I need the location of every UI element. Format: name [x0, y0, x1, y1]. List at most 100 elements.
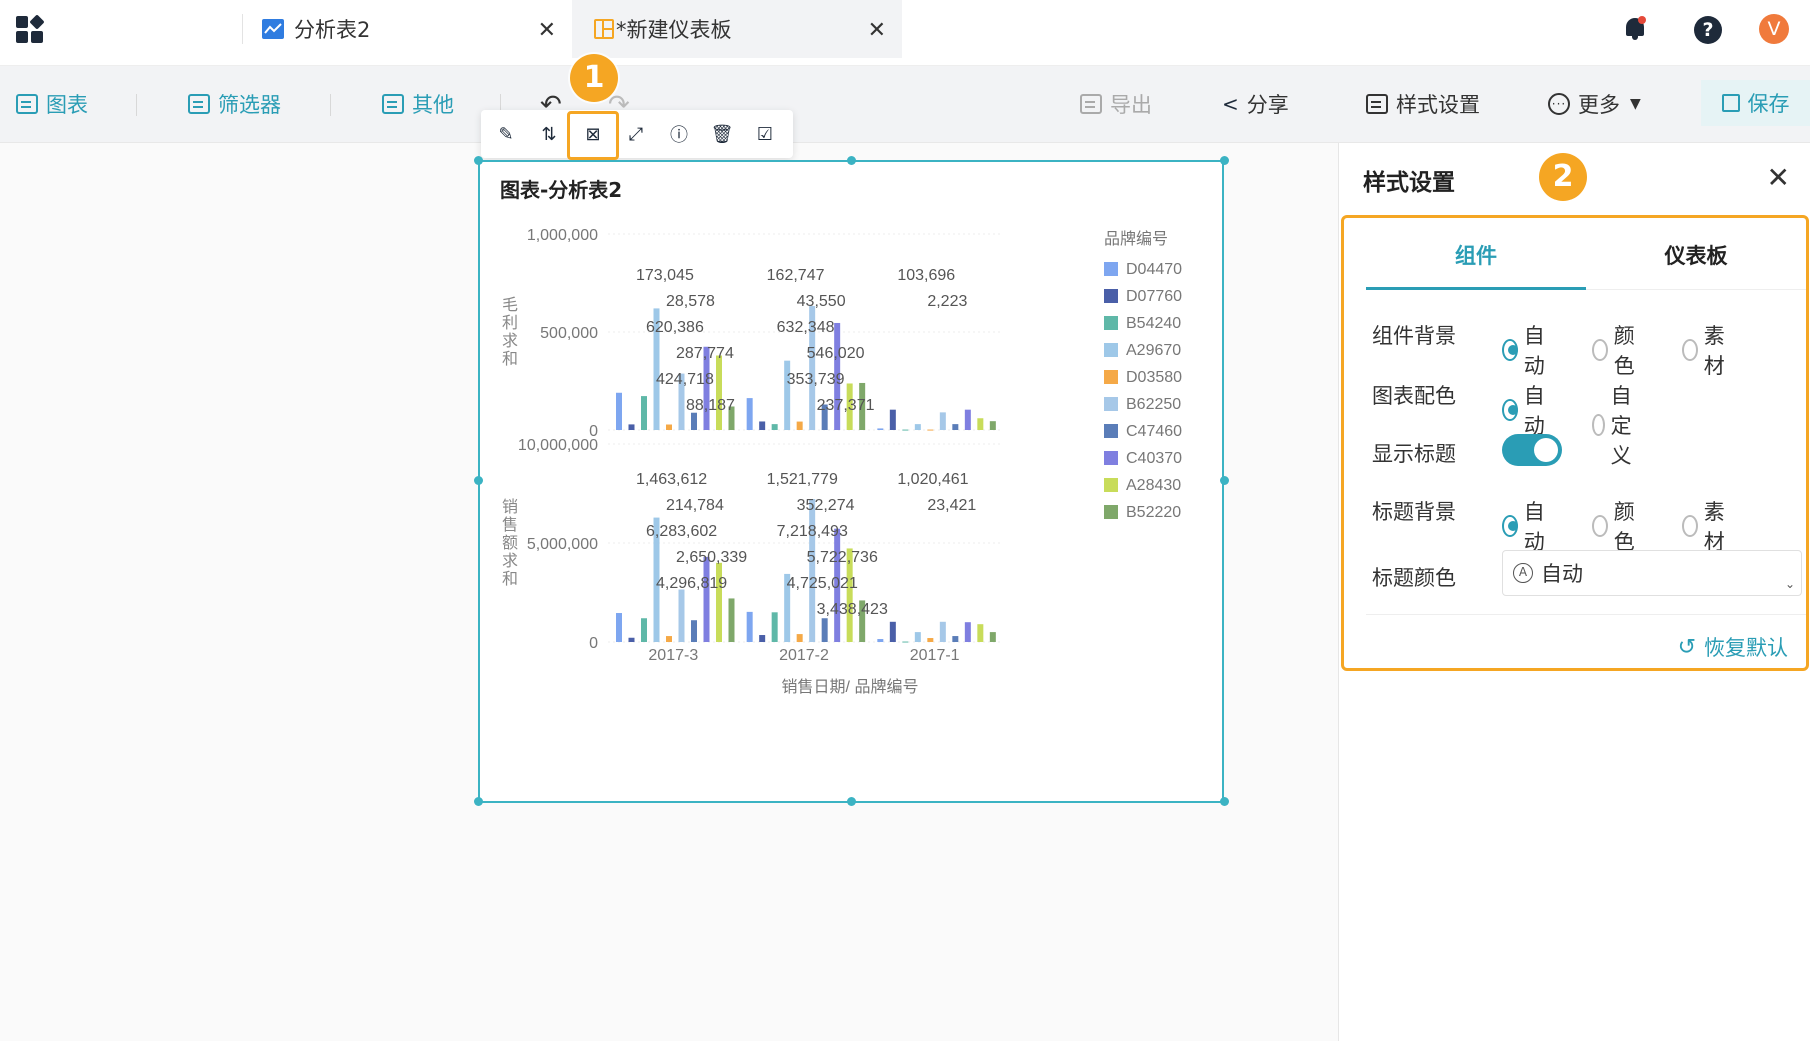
resize-handle[interactable] [1220, 797, 1229, 806]
tab-divider [242, 14, 243, 44]
app-grid-icon[interactable] [16, 14, 45, 44]
x-tick-label: 2017-1 [910, 647, 960, 664]
caret-down-icon: ▼ [1630, 96, 1641, 112]
radio-auto[interactable]: 自动 [1502, 320, 1551, 380]
restore-default-button[interactable]: ↺ 恢复默认 [1678, 632, 1788, 662]
data-label: 620,386 [646, 319, 704, 336]
bar [914, 632, 921, 642]
data-label: 5,722,736 [807, 549, 878, 566]
share-button[interactable]: < 分享 [1222, 88, 1289, 120]
info-icon[interactable]: ⓘ [667, 122, 691, 146]
edit-icon[interactable]: ✎ [494, 122, 518, 146]
legend-swatch [1104, 478, 1118, 492]
legend-swatch [1104, 505, 1118, 519]
radio-auto[interactable]: 自动 [1502, 496, 1551, 556]
row-label: 标题背景 [1372, 500, 1456, 524]
legend-item: D04470 [1126, 261, 1182, 278]
delete-icon[interactable]: 🗑 [710, 122, 734, 146]
bar [989, 421, 996, 430]
sort-icon[interactable]: ⇅ [537, 122, 561, 146]
tab-new-dashboard[interactable]: *新建仪表板 ✕ [572, 0, 902, 58]
bar [889, 621, 896, 642]
legend-item: C40370 [1126, 450, 1182, 467]
bar [703, 556, 710, 642]
filter-button[interactable]: 筛选器 [188, 88, 281, 120]
bell-icon[interactable] [1624, 16, 1646, 40]
radio-auto[interactable]: 自动 [1502, 380, 1551, 440]
resize-handle[interactable] [1220, 476, 1229, 485]
x-axis-label: 销售日期/ 品牌编号 [782, 678, 919, 696]
bar [821, 618, 828, 642]
help-icon[interactable]: ? [1694, 16, 1722, 44]
filter-button-label: 筛选器 [218, 93, 281, 117]
legend-swatch [1104, 343, 1118, 357]
bar [759, 635, 766, 642]
data-label: 2,223 [927, 293, 967, 310]
bar [616, 392, 622, 430]
data-label: 632,348 [777, 319, 835, 336]
export-button[interactable]: 导出 [1080, 88, 1152, 120]
legend-swatch [1104, 289, 1118, 303]
tab-dashboard[interactable]: 仪表板 [1586, 240, 1806, 270]
style-icon[interactable]: ⊠ [581, 122, 605, 146]
export-button-label: 导出 [1110, 93, 1152, 117]
bar [939, 412, 946, 430]
step-marker-2: 2 [1539, 153, 1587, 201]
y-tick-label: 5,000,000 [527, 536, 598, 553]
data-label: 28,578 [666, 293, 715, 310]
restore-label: 恢复默认 [1704, 636, 1788, 660]
avatar[interactable]: V [1759, 14, 1789, 44]
resize-handle[interactable] [474, 797, 483, 806]
bar [952, 636, 959, 642]
legend-item: B52220 [1126, 504, 1181, 521]
legend-item: B62250 [1126, 396, 1181, 413]
data-label: 2,650,339 [676, 549, 747, 566]
data-label: 287,774 [676, 345, 734, 362]
chart-button[interactable]: 图表 [16, 88, 88, 120]
legend-title: 品牌编号 [1104, 230, 1168, 248]
resize-handle[interactable] [474, 476, 483, 485]
export-icon [1080, 94, 1102, 114]
bar [889, 409, 896, 430]
close-icon[interactable]: ✕ [1767, 161, 1790, 194]
check-icon[interactable]: ☑ [753, 122, 777, 146]
line-chart-icon [262, 19, 284, 39]
show-title-toggle[interactable] [1502, 434, 1562, 466]
auto-icon: A [1513, 563, 1533, 583]
tab-component[interactable]: 组件 [1366, 240, 1586, 270]
chart-widget[interactable]: 图表-分析表2 0 500,000 1,000,000 毛利求和 173,045 28,5… [478, 160, 1224, 803]
radio-color[interactable]: 颜色 [1592, 496, 1641, 556]
bar [964, 409, 971, 430]
y-axis-label: 销 [502, 498, 518, 516]
y-axis-label: 求 [502, 552, 518, 570]
bar [939, 621, 946, 642]
save-button[interactable]: 保存 [1701, 80, 1810, 126]
style-settings-button[interactable]: 样式设置 [1366, 88, 1480, 120]
share-button-label: 分享 [1246, 93, 1289, 117]
panel-tabs: 组件 仪表板 [1366, 218, 1806, 290]
y-axis-label: 求 [502, 332, 518, 350]
toolbar-divider [330, 94, 331, 116]
title-color-select[interactable]: A 自动 ⌄ [1502, 550, 1802, 596]
resize-handle[interactable] [1220, 156, 1229, 165]
bar [914, 424, 921, 430]
close-icon[interactable]: ✕ [538, 18, 556, 43]
radio-color[interactable]: 颜色 [1592, 320, 1641, 380]
resize-handle[interactable] [474, 156, 483, 165]
bar [927, 638, 934, 642]
resize-handle[interactable] [847, 156, 856, 165]
radio-material[interactable]: 素材 [1682, 496, 1731, 556]
bar [759, 421, 766, 430]
fullscreen-icon[interactable]: ⤢ [624, 122, 648, 146]
radio-material[interactable]: 素材 [1682, 320, 1731, 380]
radio-custom[interactable]: 自定义 [1592, 380, 1641, 470]
tab-analysis-table[interactable]: 分析表2 ✕ [262, 0, 572, 58]
panel-title: 样式设置 [1363, 170, 1455, 196]
y-axis-label: 和 [502, 570, 518, 588]
resize-handle[interactable] [847, 797, 856, 806]
more-button[interactable]: ··· 更多 ▼ [1548, 88, 1641, 120]
other-button[interactable]: 其他 [382, 88, 454, 120]
close-icon[interactable]: ✕ [868, 18, 886, 43]
bar [977, 624, 984, 642]
data-label: 546,020 [807, 345, 865, 362]
